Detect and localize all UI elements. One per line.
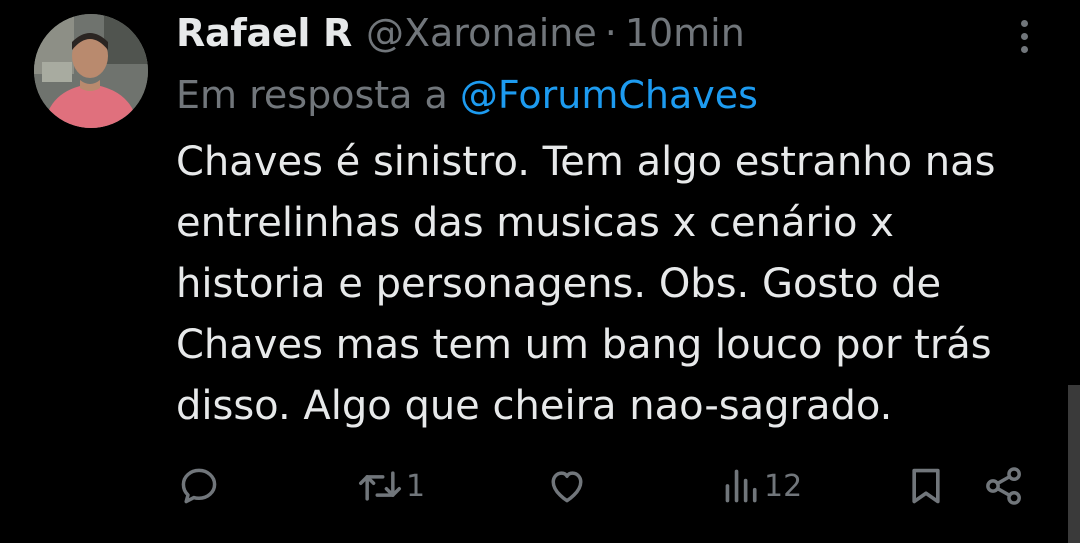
views-button[interactable]: 12 bbox=[722, 460, 802, 512]
retweet-button[interactable]: 1 bbox=[356, 460, 425, 512]
more-icon bbox=[1020, 19, 1028, 27]
share-icon bbox=[986, 467, 1021, 505]
tweet-actions-bar: 1 12 bbox=[0, 460, 1080, 512]
tweet: Rafael R @Xaronaine · 10min Em resposta … bbox=[0, 0, 1080, 543]
like-button[interactable] bbox=[545, 460, 589, 512]
tweet-text-line: historia e personagens. Obs. Gosto de bbox=[176, 261, 942, 307]
author-handle[interactable]: @Xaronaine bbox=[366, 8, 597, 58]
reply-button[interactable] bbox=[177, 460, 221, 512]
reply-mention-link[interactable]: @ForumChaves bbox=[460, 73, 758, 117]
tweet-text-line: Chaves mas tem um bang louco por trás bbox=[176, 322, 992, 368]
retweet-count: 1 bbox=[406, 468, 426, 504]
scrollbar[interactable] bbox=[1068, 385, 1080, 543]
tweet-header: Rafael R @Xaronaine · 10min bbox=[176, 8, 745, 58]
more-icon-dot bbox=[1020, 45, 1028, 53]
bookmark-button[interactable] bbox=[906, 460, 946, 512]
bookmark-icon bbox=[912, 468, 940, 504]
tweet-text-line: entrelinhas das musicas x cenário x bbox=[176, 200, 894, 246]
avatar-photo bbox=[34, 14, 148, 128]
heart-icon bbox=[551, 471, 583, 503]
share-button[interactable] bbox=[982, 460, 1026, 512]
more-icon-dot bbox=[1020, 32, 1028, 40]
tweet-timestamp[interactable]: 10min bbox=[625, 8, 745, 58]
views-icon bbox=[725, 469, 757, 503]
tweet-text-line: Chaves é sinistro. Tem algo estranho nas bbox=[176, 139, 996, 185]
more-options-button[interactable] bbox=[1008, 16, 1040, 56]
avatar[interactable] bbox=[34, 14, 148, 128]
tweet-text: Chaves é sinistro. Tem algo estranho nas… bbox=[176, 132, 1056, 437]
author-display-name[interactable]: Rafael R bbox=[176, 8, 352, 58]
views-count: 12 bbox=[764, 468, 803, 504]
separator-dot: · bbox=[604, 11, 617, 55]
reply-icon bbox=[181, 468, 217, 504]
reply-context: Em resposta a @ForumChaves bbox=[176, 70, 758, 120]
retweet-icon bbox=[359, 471, 401, 501]
reply-prefix: Em resposta a bbox=[176, 73, 448, 117]
tweet-text-line: disso. Algo que cheira nao-sagrado. bbox=[176, 383, 893, 429]
